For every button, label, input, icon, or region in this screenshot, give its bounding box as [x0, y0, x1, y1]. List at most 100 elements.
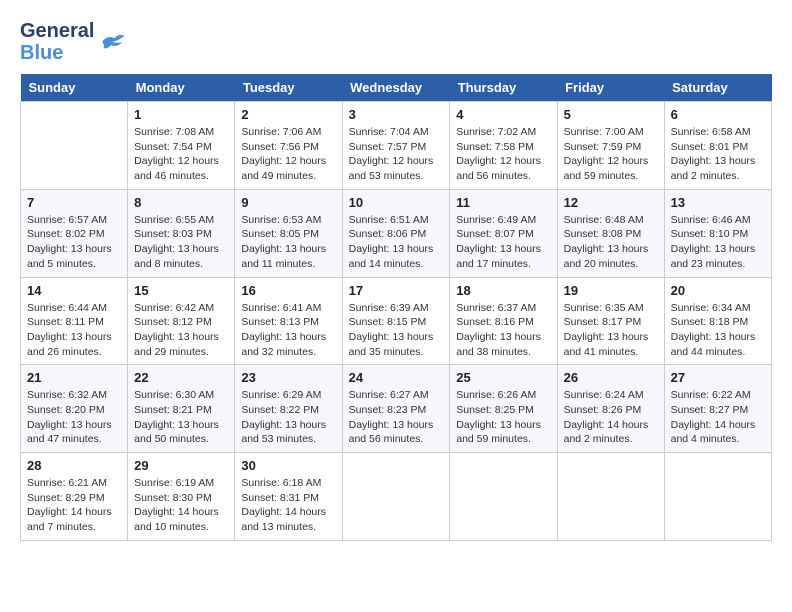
calendar-cell: 29 Sunrise: 6:19 AM Sunset: 8:30 PM Dayli…	[128, 453, 235, 541]
day-number: 26	[564, 370, 658, 385]
day-number: 6	[671, 107, 765, 122]
cell-content: Sunrise: 6:24 AM Sunset: 8:26 PM Dayligh…	[564, 388, 658, 447]
day-number: 12	[564, 195, 658, 210]
cell-content: Sunrise: 6:30 AM Sunset: 8:21 PM Dayligh…	[134, 388, 228, 447]
week-row-4: 28 Sunrise: 6:21 AM Sunset: 8:29 PM Dayli…	[21, 453, 772, 541]
calendar-cell: 8 Sunrise: 6:55 AM Sunset: 8:03 PM Daylig…	[128, 189, 235, 277]
calendar-cell: 6 Sunrise: 6:58 AM Sunset: 8:01 PM Daylig…	[664, 102, 771, 190]
calendar-cell: 14 Sunrise: 6:44 AM Sunset: 8:11 PM Dayli…	[21, 277, 128, 365]
day-number: 7	[27, 195, 121, 210]
cell-content: Sunrise: 6:35 AM Sunset: 8:17 PM Dayligh…	[564, 301, 658, 360]
week-row-2: 14 Sunrise: 6:44 AM Sunset: 8:11 PM Dayli…	[21, 277, 772, 365]
day-number: 1	[134, 107, 228, 122]
calendar-cell: 13Sunrise: 6:46 AM Sunset: 8:10 PM Dayli…	[664, 189, 771, 277]
calendar-cell: 15 Sunrise: 6:42 AM Sunset: 8:12 PM Dayli…	[128, 277, 235, 365]
cell-content: Sunrise: 6:58 AM Sunset: 8:01 PM Dayligh…	[671, 125, 765, 184]
day-number: 3	[349, 107, 444, 122]
cell-content: Sunrise: 6:21 AM Sunset: 8:29 PM Dayligh…	[27, 476, 121, 535]
day-number: 20	[671, 283, 765, 298]
week-row-3: 21 Sunrise: 6:32 AM Sunset: 8:20 PM Dayli…	[21, 365, 772, 453]
calendar-cell: 7 Sunrise: 6:57 AM Sunset: 8:02 PM Daylig…	[21, 189, 128, 277]
calendar-cell: 25Sunrise: 6:26 AM Sunset: 8:25 PM Dayli…	[450, 365, 557, 453]
day-number: 22	[134, 370, 228, 385]
cell-content: Sunrise: 6:26 AM Sunset: 8:25 PM Dayligh…	[456, 388, 550, 447]
cell-content: Sunrise: 7:04 AM Sunset: 7:57 PM Dayligh…	[349, 125, 444, 184]
calendar-cell: 20 Sunrise: 6:34 AM Sunset: 8:18 PM Dayli…	[664, 277, 771, 365]
cell-content: Sunrise: 6:44 AM Sunset: 8:11 PM Dayligh…	[27, 301, 121, 360]
cell-content: Sunrise: 6:32 AM Sunset: 8:20 PM Dayligh…	[27, 388, 121, 447]
calendar-cell	[664, 453, 771, 541]
calendar-cell: 21 Sunrise: 6:32 AM Sunset: 8:20 PM Dayli…	[21, 365, 128, 453]
calendar-cell	[342, 453, 450, 541]
day-number: 23	[241, 370, 335, 385]
cell-content: Sunrise: 6:37 AM Sunset: 8:16 PM Dayligh…	[456, 301, 550, 360]
calendar-cell: 10 Sunrise: 6:51 AM Sunset: 8:06 PM Dayli…	[342, 189, 450, 277]
day-number: 28	[27, 458, 121, 473]
calendar-cell: 23 Sunrise: 6:29 AM Sunset: 8:22 PM Dayli…	[235, 365, 342, 453]
calendar-cell: 1 Sunrise: 7:08 AM Sunset: 7:54 PM Daylig…	[128, 102, 235, 190]
cell-content: Sunrise: 6:34 AM Sunset: 8:18 PM Dayligh…	[671, 301, 765, 360]
cell-content: Sunrise: 6:19 AM Sunset: 8:30 PM Dayligh…	[134, 476, 228, 535]
cell-content: Sunrise: 7:02 AM Sunset: 7:58 PM Dayligh…	[456, 125, 550, 184]
calendar-table: SundayMondayTuesdayWednesdayThursdayFrid…	[20, 74, 772, 541]
weekday-header-wednesday: Wednesday	[342, 74, 450, 102]
cell-content: Sunrise: 6:51 AM Sunset: 8:06 PM Dayligh…	[349, 213, 444, 272]
cell-content: Sunrise: 6:48 AM Sunset: 8:08 PM Dayligh…	[564, 213, 658, 272]
calendar-cell: 30 Sunrise: 6:18 AM Sunset: 8:31 PM Dayli…	[235, 453, 342, 541]
day-number: 13	[671, 195, 765, 210]
day-number: 24	[349, 370, 444, 385]
cell-content: Sunrise: 7:00 AM Sunset: 7:59 PM Dayligh…	[564, 125, 658, 184]
calendar-cell: 2 Sunrise: 7:06 AM Sunset: 7:56 PM Daylig…	[235, 102, 342, 190]
cell-content: Sunrise: 6:18 AM Sunset: 8:31 PM Dayligh…	[241, 476, 335, 535]
day-number: 16	[241, 283, 335, 298]
day-number: 2	[241, 107, 335, 122]
calendar-cell: 17 Sunrise: 6:39 AM Sunset: 8:15 PM Dayli…	[342, 277, 450, 365]
weekday-header-row: SundayMondayTuesdayWednesdayThursdayFrid…	[21, 74, 772, 102]
day-number: 14	[27, 283, 121, 298]
cell-content: Sunrise: 6:39 AM Sunset: 8:15 PM Dayligh…	[349, 301, 444, 360]
day-number: 17	[349, 283, 444, 298]
day-number: 18	[456, 283, 550, 298]
day-number: 30	[241, 458, 335, 473]
cell-content: Sunrise: 6:42 AM Sunset: 8:12 PM Dayligh…	[134, 301, 228, 360]
cell-content: Sunrise: 6:55 AM Sunset: 8:03 PM Dayligh…	[134, 213, 228, 272]
week-row-0: 1 Sunrise: 7:08 AM Sunset: 7:54 PM Daylig…	[21, 102, 772, 190]
calendar-cell: 11 Sunrise: 6:49 AM Sunset: 8:07 PM Dayli…	[450, 189, 557, 277]
cell-content: Sunrise: 6:41 AM Sunset: 8:13 PM Dayligh…	[241, 301, 335, 360]
week-row-1: 7 Sunrise: 6:57 AM Sunset: 8:02 PM Daylig…	[21, 189, 772, 277]
logo: GeneralBlue	[20, 20, 126, 64]
weekday-header-sunday: Sunday	[21, 74, 128, 102]
cell-content: Sunrise: 7:08 AM Sunset: 7:54 PM Dayligh…	[134, 125, 228, 184]
day-number: 5	[564, 107, 658, 122]
calendar-cell	[450, 453, 557, 541]
cell-content: Sunrise: 6:22 AM Sunset: 8:27 PM Dayligh…	[671, 388, 765, 447]
weekday-header-tuesday: Tuesday	[235, 74, 342, 102]
calendar-cell: 19 Sunrise: 6:35 AM Sunset: 8:17 PM Dayli…	[557, 277, 664, 365]
day-number: 15	[134, 283, 228, 298]
page-header: GeneralBlue	[20, 20, 772, 64]
cell-content: Sunrise: 6:57 AM Sunset: 8:02 PM Dayligh…	[27, 213, 121, 272]
weekday-header-friday: Friday	[557, 74, 664, 102]
day-number: 27	[671, 370, 765, 385]
calendar-cell: 5 Sunrise: 7:00 AM Sunset: 7:59 PM Daylig…	[557, 102, 664, 190]
calendar-cell	[21, 102, 128, 190]
calendar-cell: 4Sunrise: 7:02 AM Sunset: 7:58 PM Daylig…	[450, 102, 557, 190]
cell-content: Sunrise: 7:06 AM Sunset: 7:56 PM Dayligh…	[241, 125, 335, 184]
calendar-cell: 12 Sunrise: 6:48 AM Sunset: 8:08 PM Dayli…	[557, 189, 664, 277]
logo-bird-icon	[96, 27, 126, 57]
weekday-header-saturday: Saturday	[664, 74, 771, 102]
day-number: 9	[241, 195, 335, 210]
weekday-header-monday: Monday	[128, 74, 235, 102]
day-number: 29	[134, 458, 228, 473]
cell-content: Sunrise: 6:49 AM Sunset: 8:07 PM Dayligh…	[456, 213, 550, 272]
calendar-cell: 24Sunrise: 6:27 AM Sunset: 8:23 PM Dayli…	[342, 365, 450, 453]
day-number: 21	[27, 370, 121, 385]
calendar-cell: 26 Sunrise: 6:24 AM Sunset: 8:26 PM Dayli…	[557, 365, 664, 453]
day-number: 19	[564, 283, 658, 298]
calendar-cell: 27 Sunrise: 6:22 AM Sunset: 8:27 PM Dayli…	[664, 365, 771, 453]
cell-content: Sunrise: 6:29 AM Sunset: 8:22 PM Dayligh…	[241, 388, 335, 447]
day-number: 10	[349, 195, 444, 210]
weekday-header-thursday: Thursday	[450, 74, 557, 102]
day-number: 11	[456, 195, 550, 210]
day-number: 8	[134, 195, 228, 210]
